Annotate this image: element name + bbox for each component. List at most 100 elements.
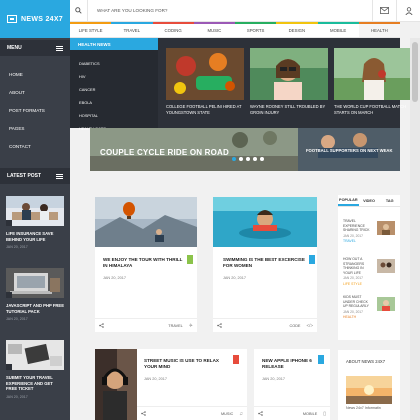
site-logo[interactable]: NEWS 24X7 <box>0 0 70 38</box>
slider-pagination <box>232 157 267 161</box>
widget-item-thumb[interactable] <box>377 221 395 235</box>
nav-item-post-formats[interactable]: POST FORMATS <box>0 101 70 119</box>
post-date: JAN 20, 2017 <box>103 276 127 280</box>
hero-side-title[interactable]: FOOTBALL SUPPORTERS ON NEXT WEAK <box>306 148 392 154</box>
post-card[interactable]: SWIMMING IS THE BEST EXCERCISE FOR WOMEN… <box>213 197 317 332</box>
widget-item-title[interactable]: HOW OUT A STRANGERS THINKING IN YOUR LIF… <box>343 257 371 275</box>
submenu-item-diabetics[interactable]: DIABETICS <box>70 57 158 70</box>
widget-item[interactable]: TRAVEL EXPERIENCE SHARING TRICK JAN 20, … <box>343 219 395 254</box>
widget-item-title[interactable]: KIDS MUST UNDER CHECK UP REGULARLY <box>343 295 371 309</box>
hero-side-slide[interactable]: FOOTBALL SUPPORTERS ON NEXT WEAK <box>298 128 400 171</box>
latest-post-image[interactable] <box>6 196 64 226</box>
latest-post-image[interactable] <box>6 268 64 298</box>
widget-item[interactable]: HOW OUT A STRANGERS THINKING IN YOUR LIF… <box>343 257 395 292</box>
widget-item-thumb[interactable] <box>377 297 395 311</box>
hamburger-icon[interactable] <box>56 173 63 179</box>
post-card[interactable]: STREET MUSIC IS USE TO RELAX YOUR MIND J… <box>95 349 247 420</box>
mega-card-image[interactable] <box>166 48 244 100</box>
mega-menu-heading[interactable]: HEALTH NEWS <box>70 38 158 50</box>
widget-item[interactable]: KIDS MUST UNDER CHECK UP REGULARLY JAN 2… <box>343 295 395 330</box>
share-icon[interactable] <box>141 411 146 416</box>
post-image[interactable] <box>95 349 137 420</box>
post-title[interactable]: WE ENJOY THE TOUR WITH THRILL IN HIMALAY… <box>103 257 187 269</box>
travel-icon: ✈ <box>188 322 193 329</box>
mega-card-image[interactable] <box>334 48 412 100</box>
post-date: JAN 20, 2017 <box>223 276 247 280</box>
tab-video[interactable]: VIDEO <box>359 195 380 206</box>
scrollbar-thumb[interactable] <box>412 42 418 102</box>
latest-post-title[interactable]: JAVASCRIPT AND PHP FREE TUTORIAL PACK <box>6 303 64 314</box>
latest-post-item[interactable]: LIFE INSURANCE SAVE BEHIND YOUR LIFE JAN… <box>6 196 64 249</box>
slider-dot[interactable] <box>260 157 264 161</box>
slider-dot[interactable] <box>239 157 243 161</box>
swimming-photo <box>213 197 317 247</box>
category-tab-lifestyle[interactable]: LIFE STYLE <box>70 22 112 37</box>
latest-post-image[interactable] <box>6 340 64 370</box>
slider-dot[interactable] <box>246 157 250 161</box>
search-button[interactable] <box>70 0 88 22</box>
post-image[interactable] <box>213 197 317 247</box>
hero-slider[interactable]: COUPLE CYCLE RIDE ON ROAD FOOTBALL SUPPO… <box>90 128 400 171</box>
post-footer: MOBILE ▯ <box>254 406 330 420</box>
widget-item-category[interactable]: HEALTH <box>343 315 371 320</box>
widget-item-date: JAN 20, 2017 <box>343 233 363 238</box>
category-tab-health[interactable]: HEALTH <box>358 22 400 37</box>
mail-button[interactable] <box>372 0 396 22</box>
page-scrollbar[interactable] <box>410 38 420 420</box>
nav-item-contact[interactable]: CONTACT <box>0 137 70 155</box>
category-tab-travel[interactable]: TRAVEL <box>111 22 153 37</box>
share-icon[interactable] <box>99 323 104 328</box>
hamburger-icon[interactable] <box>56 45 63 51</box>
submenu-item-cancer[interactable]: CANCER <box>70 83 158 96</box>
submenu-item-hospital[interactable]: HOSPITAL <box>70 109 158 122</box>
nav-item-pages[interactable]: PAGES <box>0 119 70 137</box>
post-title[interactable]: SWIMMING IS THE BEST EXCERCISE FOR WOMEN <box>223 257 309 269</box>
latest-post-title[interactable]: LIFE INSURANCE SAVE BEHIND YOUR LIFE <box>6 231 64 242</box>
submenu-item-hiv[interactable]: HIV <box>70 70 158 83</box>
widget-item-title[interactable]: TRAVEL EXPERIENCE SHARING TRICK <box>343 219 371 233</box>
tab-tag[interactable]: TAG <box>379 195 400 206</box>
slider-dot[interactable] <box>253 157 257 161</box>
post-image[interactable] <box>95 197 197 247</box>
hero-title[interactable]: COUPLE CYCLE RIDE ON ROAD <box>100 148 229 157</box>
widget-item-thumb[interactable] <box>377 259 395 273</box>
category-tab-coding[interactable]: CODING <box>152 22 194 37</box>
search-input[interactable] <box>97 8 327 13</box>
mega-menu-card[interactable]: THE WORLD CUP FOOTBALL MATCH STARTS ON M… <box>334 48 412 115</box>
widget-item-category[interactable]: TRAVEL <box>343 239 371 244</box>
share-icon[interactable] <box>217 323 222 328</box>
mail-icon <box>380 7 389 14</box>
mobile-icon: ▯ <box>323 410 326 417</box>
mega-card-title[interactable]: WAYNE ROONEY STILL TROUBLED BY GROIN INJ… <box>250 104 328 115</box>
latest-post-item[interactable]: JAVASCRIPT AND PHP FREE TUTORIAL PACK JA… <box>6 268 64 321</box>
post-category[interactable]: MOBILE <box>303 412 317 416</box>
category-tab-design[interactable]: DESIGN <box>276 22 318 37</box>
post-card[interactable]: NEW APPLE IPHONE 6 RELEASE JAN 20, 2017 … <box>254 349 330 420</box>
share-icon[interactable] <box>258 411 263 416</box>
widget-item-category[interactable]: LIFE STYLE <box>343 282 371 287</box>
user-button[interactable] <box>396 0 420 22</box>
mega-menu-sidebar: HEALTH NEWS DIABETICS HIV CANCER EBOLA H… <box>70 38 158 131</box>
post-card[interactable]: WE ENJOY THE TOUR WITH THRILL IN HIMALAY… <box>95 197 197 332</box>
slider-dot[interactable] <box>232 157 236 161</box>
post-title[interactable]: STREET MUSIC IS USE TO RELAX YOUR MIND <box>144 358 228 370</box>
latest-post-item[interactable]: SUBMIT YOUR TRAVEL EXPERIENCE AND GET FR… <box>6 340 64 399</box>
category-tab-mobile[interactable]: MOBILE <box>317 22 359 37</box>
post-category[interactable]: MUSIC <box>221 412 233 416</box>
post-title[interactable]: NEW APPLE IPHONE 6 RELEASE <box>262 358 320 370</box>
nav-item-home[interactable]: HOME <box>0 65 70 83</box>
latest-post-title[interactable]: SUBMIT YOUR TRAVEL EXPERIENCE AND GET FR… <box>6 375 64 392</box>
mega-card-image[interactable] <box>250 48 328 100</box>
post-category[interactable]: TRAVEL <box>168 324 183 328</box>
menu-header[interactable]: MENU <box>0 40 70 56</box>
category-tab-sports[interactable]: SPORTS <box>235 22 277 37</box>
mega-menu-card[interactable]: COLLEGE FOOTBALL PELINI HIRED AT YOUNGST… <box>166 48 244 115</box>
mega-menu-card[interactable]: WAYNE ROONEY STILL TROUBLED BY GROIN INJ… <box>250 48 328 115</box>
category-tab-music[interactable]: MUSIC <box>193 22 235 37</box>
tab-popular[interactable]: POPULAR <box>338 195 359 206</box>
submenu-item-ebola[interactable]: EBOLA <box>70 96 158 109</box>
mega-card-title[interactable]: THE WORLD CUP FOOTBALL MATCH STARTS ON M… <box>334 104 412 115</box>
mega-card-title[interactable]: COLLEGE FOOTBALL PELINI HIRED AT YOUNGST… <box>166 104 244 115</box>
post-category[interactable]: CODE <box>290 324 301 328</box>
nav-item-about[interactable]: ABOUT <box>0 83 70 101</box>
